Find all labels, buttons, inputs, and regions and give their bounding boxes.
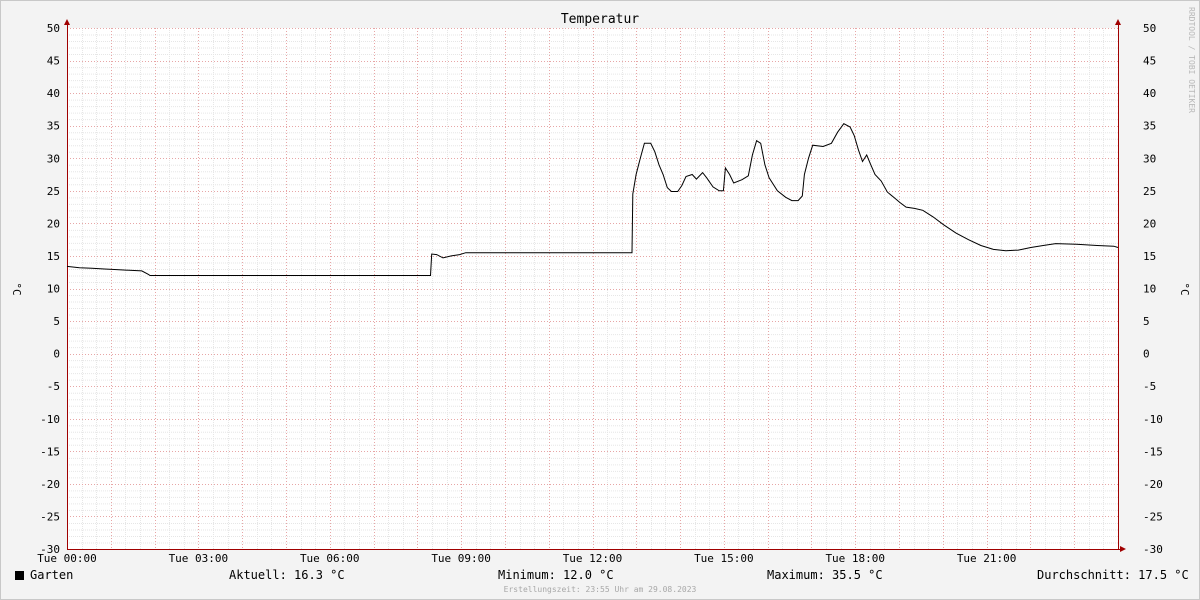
y-tick-label-right: 10 (1143, 283, 1156, 296)
stat-minimum: Minimum: 12.0 °C (498, 568, 614, 582)
y-axis-arrow-left (64, 19, 70, 25)
y-tick-label-left: 20 (47, 217, 60, 230)
y-tick-label-left: 35 (47, 120, 60, 133)
legend-item-garten: Garten (15, 568, 73, 582)
watermark: RRDTOOL / TOBI OETIKER (1187, 7, 1196, 113)
y-tick-label-left: 10 (47, 283, 60, 296)
y-tick-label-left: 50 (47, 22, 60, 35)
y-tick-label-left: 30 (47, 152, 60, 165)
y-tick-label-right: 5 (1143, 315, 1150, 328)
y-axis-left-labels: 50454035302520151050-5-10-15-20-25-30 (40, 22, 60, 556)
y-tick-label-left: 5 (53, 315, 60, 328)
plot-area (67, 28, 1118, 549)
y-tick-label-left: 45 (47, 55, 60, 68)
y-tick-label-left: 25 (47, 185, 60, 198)
y-tick-label-right: 25 (1143, 185, 1156, 198)
x-tick-label: Tue 03:00 (169, 552, 229, 565)
y-tick-label-right: -20 (1143, 478, 1163, 491)
y-tick-label-right: 40 (1143, 87, 1156, 100)
x-axis-labels: Tue 00:00 Tue 03:00 Tue 06:00 Tue 09:00 Tue … (37, 552, 1016, 565)
y-tick-label-right: -15 (1143, 445, 1163, 458)
stat-durchschnitt: Durchschnitt: 17.5 °C (1037, 568, 1189, 582)
y-tick-label-right: 30 (1143, 152, 1156, 165)
y-tick-label-right: 50 (1143, 22, 1156, 35)
y-tick-label-right: -25 (1143, 510, 1163, 523)
x-tick-label: Tue 21:00 (957, 552, 1017, 565)
y-tick-label-right: 0 (1143, 348, 1150, 361)
stat-aktuell: Aktuell: 16.3 °C (229, 568, 345, 582)
legend-label: Garten (30, 568, 74, 582)
y-tick-label-right: -5 (1143, 380, 1156, 393)
x-tick-label: Tue 15:00 (694, 552, 754, 565)
y-tick-label-left: -5 (47, 380, 60, 393)
y-axis-right-labels: 50454035302520151050-5-10-15-20-25-30 (1143, 22, 1163, 556)
temperature-chart: 50454035302520151050-5-10-15-20-25-30 50… (10, 7, 1196, 565)
x-tick-label: Tue 12:00 (563, 552, 623, 565)
y-tick-label-right: 15 (1143, 250, 1156, 263)
x-tick-label: Tue 09:00 (431, 552, 491, 565)
y-tick-label-left: -10 (40, 413, 60, 426)
y-tick-label-right: 35 (1143, 120, 1156, 133)
x-axis-arrow (1120, 546, 1126, 552)
chart-title: Temperatur (561, 12, 639, 27)
y-tick-label-left: -20 (40, 478, 60, 491)
x-tick-label: Tue 18:00 (825, 552, 885, 565)
stat-maximum: Maximum: 35.5 °C (767, 568, 883, 582)
y-axis-arrow-right (1115, 19, 1121, 25)
y-tick-label-left: 40 (47, 87, 60, 100)
y-tick-label-right: -30 (1143, 543, 1163, 556)
y-tick-label-left: -15 (40, 445, 60, 458)
y-tick-label-right: -10 (1143, 413, 1163, 426)
creation-time: Erstellungszeit: 23:55 Uhr am 29.08.2023 (503, 585, 697, 594)
y-tick-label-right: 45 (1143, 55, 1156, 68)
y-tick-label-left: 0 (53, 348, 60, 361)
y-axis-label-left: °C (10, 282, 23, 295)
y-tick-label-left: -25 (40, 510, 60, 523)
y-axis-label-right: °C (1178, 282, 1191, 295)
y-tick-label-left: 15 (47, 250, 60, 263)
legend-swatch (15, 571, 24, 580)
x-tick-label: Tue 06:00 (300, 552, 360, 565)
y-tick-label-right: 20 (1143, 217, 1156, 230)
x-tick-label: Tue 00:00 (37, 552, 97, 565)
